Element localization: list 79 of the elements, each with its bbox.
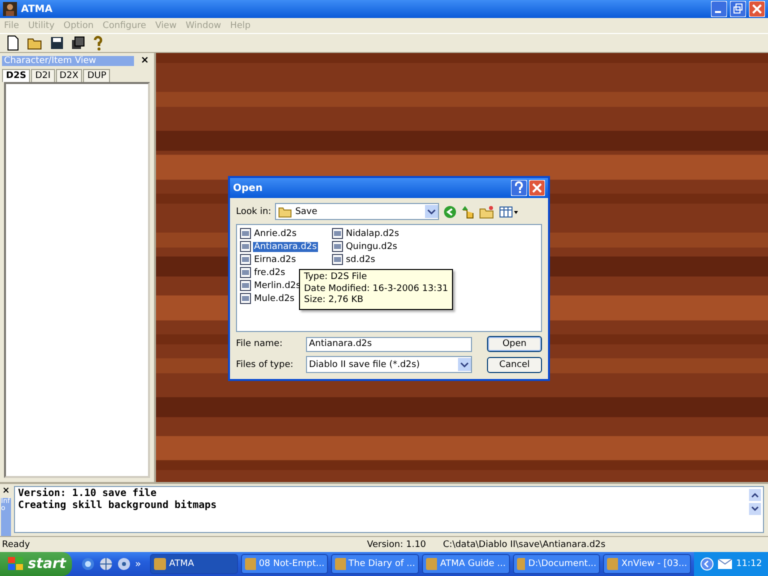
close-button[interactable]: × (2, 486, 10, 496)
file-type-dropdown[interactable]: Diablo II save file (*.d2s) (306, 356, 472, 373)
open-folder-icon[interactable] (27, 36, 43, 50)
file-icon (240, 254, 251, 265)
file-icon (240, 267, 251, 278)
minimize-icon[interactable] (711, 1, 727, 17)
tab[interactable]: D2S (2, 69, 30, 82)
open-button[interactable]: Open (487, 336, 542, 352)
scroll-up-icon[interactable] (749, 489, 761, 501)
file-icon (332, 254, 343, 265)
new-file-icon[interactable] (6, 35, 20, 51)
taskbar-button[interactable]: ATMA (150, 554, 238, 574)
app-icon (607, 558, 618, 570)
tooltip-line: Type: D2S File (304, 272, 368, 284)
cancel-button[interactable]: Cancel (487, 356, 542, 372)
version-status: Version: 1.10 (367, 540, 428, 550)
path-status: C:\data\Diablo II\save\Antianara.d2s (442, 540, 606, 550)
file-icon (240, 280, 251, 291)
file-name-field[interactable]: Antianara.d2s (306, 336, 472, 352)
new-folder-icon[interactable] (479, 204, 496, 218)
tooltip-line: Date Modified: 16-3-2006 13:31 (304, 284, 448, 295)
help-icon[interactable] (92, 35, 104, 51)
view-menu-icon[interactable] (499, 204, 520, 218)
taskbar-button[interactable]: ATMA Guide ... (422, 554, 510, 574)
tooltip-line: Size: 2,76 KB (304, 295, 364, 308)
app-icon (3, 2, 17, 16)
panel-title: Character/Item View (2, 56, 134, 66)
scroll-down-icon[interactable] (749, 503, 761, 515)
taskbar-button[interactable]: XnView - [03... (603, 554, 692, 574)
tab[interactable]: DUP (83, 69, 110, 82)
help-icon[interactable] (511, 180, 527, 196)
start-button[interactable]: start (0, 552, 72, 576)
listed-save[interactable]: fre.d2s (253, 268, 286, 278)
tab[interactable]: D2I (31, 69, 55, 82)
close-icon[interactable] (529, 180, 545, 196)
file-icon (332, 241, 343, 252)
clock: 11:12 (736, 559, 762, 569)
look-in-label: Look in: (236, 206, 272, 216)
more-button[interactable]: » (135, 558, 142, 570)
listed-save[interactable]: Mule.d2s (253, 294, 296, 304)
app-icon (244, 558, 256, 570)
listed-save[interactable]: Nidalap.d2s (344, 228, 400, 238)
tab[interactable]: D2X (56, 69, 82, 82)
windows-logo-icon (8, 557, 24, 571)
close-button[interactable]: × (140, 55, 152, 66)
file-type-label: Files of type: (236, 360, 294, 370)
look-in-dropdown[interactable]: Save (275, 203, 440, 220)
save-icon[interactable] (50, 36, 64, 50)
app-icon (154, 558, 166, 570)
listed-save[interactable]: Anrie.d2s (253, 228, 298, 238)
listed-save[interactable]: Eirna.d2s (253, 254, 297, 264)
file-name-label: File name: (236, 339, 284, 349)
file-icon (240, 228, 251, 239)
file-icon (240, 241, 251, 252)
file-icon (332, 228, 343, 239)
close-icon[interactable] (749, 1, 765, 17)
listed-save[interactable]: Merlin.d2s (253, 280, 302, 290)
restore-icon[interactable] (730, 1, 746, 17)
back-icon[interactable] (443, 204, 458, 218)
globe-icon[interactable] (99, 557, 113, 571)
dialog-title: Open (233, 182, 263, 194)
listed-save[interactable]: sd.d2s (344, 254, 376, 264)
taskbar-button[interactable]: The Diary of ... (331, 554, 420, 574)
up-folder-icon[interactable] (461, 204, 476, 218)
listed-save[interactable]: Quingu.d2s (344, 242, 398, 252)
log-line: Creating skill background bitmaps (18, 500, 218, 512)
status-text: Ready (1, 540, 31, 550)
window-title: ATMA (21, 4, 52, 14)
stack-icon[interactable] (71, 36, 85, 50)
app-icon (516, 558, 526, 570)
app-icon (335, 558, 346, 570)
mail-icon[interactable] (718, 559, 732, 569)
log-line: Version: 1.10 save file (18, 488, 158, 500)
expand-icon[interactable] (700, 557, 714, 571)
taskbar-button[interactable]: 08 Not-Empt... (240, 554, 328, 574)
taskbar-button[interactable]: D:\Document... (512, 554, 600, 574)
listed-save[interactable]: Antianara.d2s (253, 242, 318, 252)
file-icon (240, 293, 251, 304)
app-icon (426, 558, 438, 570)
